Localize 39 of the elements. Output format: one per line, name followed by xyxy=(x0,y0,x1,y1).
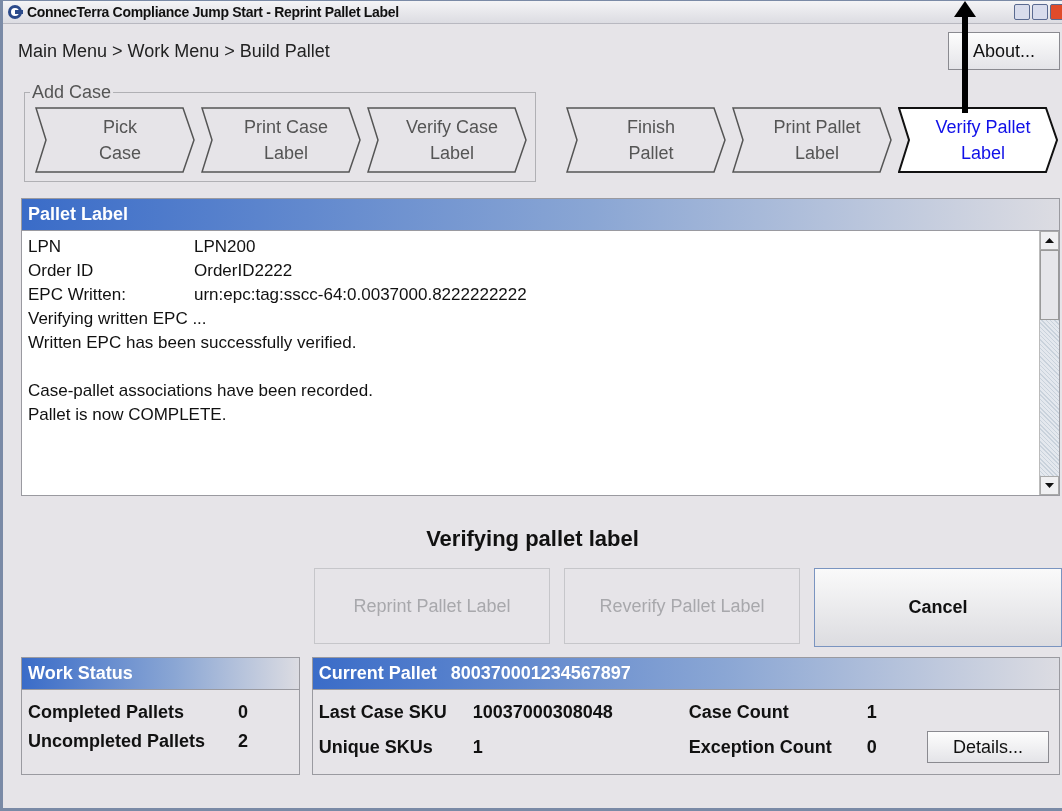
step-tab[interactable]: Verify Pallet Label xyxy=(898,107,1058,173)
panel-title: Pallet Label xyxy=(28,204,129,225)
step-tab[interactable]: Verify Case Label xyxy=(367,107,527,173)
field-value: 1 xyxy=(472,736,484,758)
pallet-id: 800370001234567897 xyxy=(450,663,631,684)
field-value: 1 xyxy=(866,702,878,723)
field-value: 10037000308048 xyxy=(472,702,614,723)
log-line: Pallet is now COMPLETE. xyxy=(28,404,227,426)
field-label: Case Count xyxy=(688,702,790,723)
details-button[interactable]: Details... xyxy=(927,731,1049,763)
log-label: Order ID xyxy=(28,260,95,282)
window-title: ConnecTerra Compliance Jump Start - Reprint Pallet Label xyxy=(27,4,400,20)
about-button[interactable]: About... xyxy=(948,32,1060,70)
field-label: Last Case SKU xyxy=(318,702,448,723)
field-label: Exception Count xyxy=(688,736,833,758)
panel-title: Current Pallet xyxy=(318,663,437,684)
stat-value: 2 xyxy=(238,731,249,752)
group-label: Add Case xyxy=(31,82,113,103)
log-line: Written EPC has been successfully verified. xyxy=(28,332,357,354)
step-tab[interactable]: Print Case Label xyxy=(201,107,361,173)
step-tab[interactable]: Print Pallet Label xyxy=(732,107,892,173)
log-value: OrderID2222 xyxy=(194,260,293,282)
field-value: 0 xyxy=(866,736,878,758)
log-value: LPN200 xyxy=(194,236,256,258)
stat-label: Completed Pallets xyxy=(28,702,186,723)
step-tab[interactable]: Pick Case xyxy=(35,107,195,173)
log-label: LPN xyxy=(28,236,63,258)
stat-label: Uncompleted Pallets xyxy=(28,731,207,752)
stat-value: 0 xyxy=(238,702,249,723)
log-line: Case-pallet associations have been recorded. xyxy=(28,380,373,402)
log-value: urn:epc:tag:sscc-64:0.0037000.8222222222 xyxy=(194,284,527,306)
step-tab[interactable]: Finish Pallet xyxy=(566,107,726,173)
status-message: Verifying pallet label xyxy=(425,526,640,553)
log-line: Verifying written EPC ... xyxy=(28,308,207,330)
panel-title: Work Status xyxy=(28,663,133,684)
log-label: EPC Written: xyxy=(28,284,127,306)
field-label: Unique SKUs xyxy=(318,736,434,758)
breadcrumb: Main Menu > Work Menu > Build Pallet xyxy=(18,40,330,62)
action-button[interactable]: Cancel xyxy=(814,568,1062,647)
